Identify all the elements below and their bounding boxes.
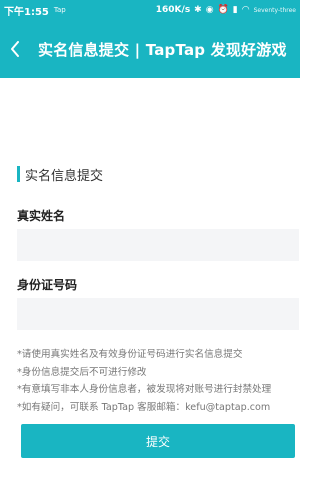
name-input[interactable] (17, 229, 299, 261)
status-app-tag: Tap (53, 6, 66, 14)
carrier-name: Seventy-three (253, 6, 296, 14)
notice-item: *有意填写非本人身份信息者，被发现将对账号进行封禁处理 (17, 384, 272, 395)
section-header: 实名信息提交 (17, 166, 104, 184)
section-accent-bar (17, 166, 20, 182)
notice-item: *身份信息提交后不可进行修改 (17, 366, 147, 378)
id-number-input[interactable] (17, 298, 299, 330)
alarm-icon: ⏰ (217, 5, 229, 15)
page-title: 实名信息提交 | TapTap 发现好游戏 (38, 40, 287, 59)
notice-item: *如有疑问，可联系 TapTap 客服邮箱：kefu@taptap.com (17, 401, 271, 413)
bluetooth-icon: ✱ (194, 5, 202, 15)
signal-icon: ▮ (232, 5, 238, 15)
status-bar: 下午1:55 Tap 160K/s ✱ ◉ ⏰ ▮ ◠ Seventy-thre… (0, 0, 300, 20)
name-label: 真实姓名 (17, 209, 66, 223)
wifi-icon: ◠ (241, 5, 250, 15)
submit-button[interactable]: 提交 (21, 424, 295, 458)
back-button[interactable] (0, 20, 30, 78)
chevron-left-icon (11, 41, 19, 57)
app-header: 实名信息提交 | TapTap 发现好游戏 (0, 20, 300, 78)
network-speed: 160K/s (155, 5, 191, 15)
eye-icon: ◉ (205, 5, 214, 15)
notice-item: *请使用真实姓名及有效身份证号码进行实名信息提交 (17, 349, 243, 360)
notice-list: *请使用真实姓名及有效身份证号码进行实名信息提交 *身份信息提交后不可进行修改 … (17, 346, 299, 416)
id-number-label: 身份证号码 (17, 278, 78, 292)
section-title: 实名信息提交 (25, 168, 104, 184)
status-time: 下午1:55 (4, 6, 49, 18)
status-left: 下午1:55 Tap (0, 3, 66, 18)
status-right: 160K/s ✱ ◉ ⏰ ▮ ◠ Seventy-three (156, 5, 300, 15)
